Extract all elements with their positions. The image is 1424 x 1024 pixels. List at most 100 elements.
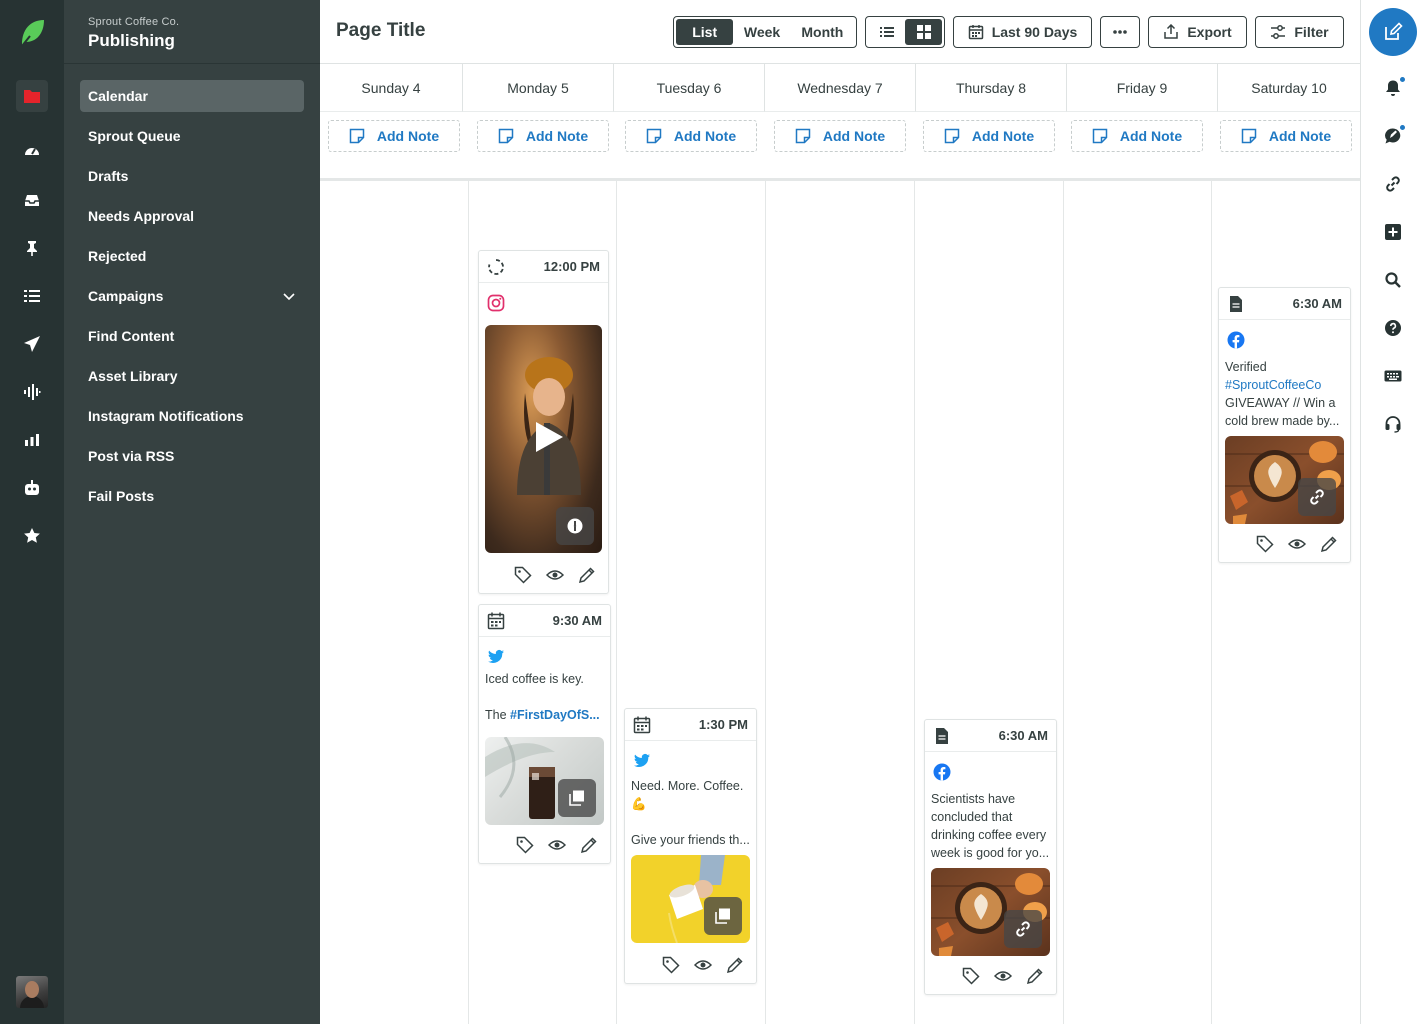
- add-note-friday[interactable]: Add Note: [1071, 120, 1203, 152]
- hashtag-link[interactable]: #FirstDayOfS...: [510, 708, 600, 722]
- dashboard-nav-icon[interactable]: [16, 135, 48, 167]
- tag-icon[interactable]: [662, 956, 680, 974]
- sidebar-item-calendar[interactable]: Calendar: [80, 80, 304, 112]
- note-icon: [1241, 128, 1257, 144]
- inbox-nav-icon[interactable]: [16, 184, 48, 216]
- tab-month[interactable]: Month: [791, 19, 854, 45]
- list-layout-button[interactable]: [868, 19, 905, 45]
- support-button[interactable]: [1381, 412, 1405, 436]
- edit-pencil-icon[interactable]: [726, 956, 744, 974]
- column-divider: [616, 181, 617, 1024]
- section-title: Publishing: [88, 31, 175, 50]
- tag-icon[interactable]: [514, 566, 532, 584]
- tag-icon[interactable]: [516, 836, 534, 854]
- chevron-down-icon[interactable]: [282, 289, 296, 303]
- list-nav-icon[interactable]: [16, 280, 48, 312]
- help-button[interactable]: [1381, 316, 1405, 340]
- post-image-thumbnail[interactable]: [1225, 436, 1344, 524]
- notification-dot: [1399, 76, 1406, 83]
- link-icon: [1386, 176, 1400, 192]
- links-button[interactable]: [1381, 172, 1405, 196]
- pin-nav-icon[interactable]: [16, 232, 48, 264]
- sidebar-item-instagram-notifications[interactable]: Instagram Notifications: [80, 400, 304, 432]
- play-icon[interactable]: [533, 420, 565, 454]
- add-note-monday[interactable]: Add Note: [477, 120, 609, 152]
- sidebar-item-label: Post via RSS: [88, 448, 175, 464]
- preview-eye-icon[interactable]: [994, 967, 1012, 985]
- preview-eye-icon[interactable]: [1288, 535, 1306, 553]
- edit-pencil-icon[interactable]: [578, 566, 596, 584]
- export-button[interactable]: Export: [1148, 16, 1247, 48]
- sidebar-item-find-content[interactable]: Find Content: [80, 320, 304, 352]
- post-text-prefix: The: [485, 708, 511, 722]
- add-button[interactable]: [1381, 220, 1405, 244]
- listening-nav-icon[interactable]: [16, 376, 48, 408]
- bot-nav-icon[interactable]: [16, 472, 48, 504]
- add-note-tuesday[interactable]: Add Note: [625, 120, 757, 152]
- sidebar-item-asset-library[interactable]: Asset Library: [80, 360, 304, 392]
- reports-nav-icon[interactable]: [16, 424, 48, 456]
- sidebar-item-fail-posts[interactable]: Fail Posts: [80, 480, 304, 512]
- sidebar-item-rejected[interactable]: Rejected: [80, 240, 304, 272]
- grid-layout-button[interactable]: [905, 19, 942, 45]
- compose-button[interactable]: [1369, 8, 1417, 56]
- post-image-thumbnail[interactable]: [631, 855, 750, 943]
- tab-list[interactable]: List: [676, 19, 734, 45]
- keyboard-shortcuts-button[interactable]: [1381, 364, 1405, 388]
- post-emoji: 💪: [631, 797, 647, 811]
- tag-icon[interactable]: [1256, 535, 1274, 553]
- sidebar-item-sprout-queue[interactable]: Sprout Queue: [80, 120, 304, 152]
- send-nav-icon[interactable]: [16, 328, 48, 360]
- post-card-instagram[interactable]: 12:00 PM: [478, 250, 609, 594]
- preview-eye-icon[interactable]: [546, 566, 564, 584]
- post-time: 9:30 AM: [552, 613, 602, 628]
- add-note-sunday[interactable]: Add Note: [328, 120, 460, 152]
- post-card-twitter[interactable]: 9:30 AM Iced coffee is key. The #FirstDa…: [478, 604, 611, 864]
- more-options-button[interactable]: [1100, 16, 1140, 48]
- messages-button[interactable]: [1381, 124, 1406, 148]
- notifications-button[interactable]: [1381, 76, 1406, 100]
- post-card-header: 9:30 AM: [479, 605, 610, 637]
- post-card-header: 1:30 PM: [625, 709, 756, 741]
- date-range-label: Last 90 Days: [991, 24, 1078, 40]
- note-icon: [646, 128, 662, 144]
- preview-eye-icon[interactable]: [694, 956, 712, 974]
- post-card-twitter[interactable]: 1:30 PM Need. More. Coffee. 💪 Give your …: [624, 708, 757, 984]
- search-button[interactable]: [1381, 268, 1405, 292]
- gallery-badge: [704, 897, 742, 935]
- sidebar-item-needs-approval[interactable]: Needs Approval: [80, 200, 304, 232]
- user-avatar[interactable]: [16, 976, 48, 1008]
- preview-eye-icon[interactable]: [548, 836, 566, 854]
- filter-label: Filter: [1294, 24, 1329, 40]
- edit-pencil-icon[interactable]: [1320, 535, 1338, 553]
- date-range-button[interactable]: Last 90 Days: [953, 16, 1092, 48]
- add-note-wednesday[interactable]: Add Note: [774, 120, 906, 152]
- post-video-thumbnail[interactable]: [485, 325, 602, 553]
- post-image-thumbnail[interactable]: [931, 868, 1050, 956]
- sidebar-item-drafts[interactable]: Drafts: [80, 160, 304, 192]
- add-note-label: Add Note: [673, 128, 737, 144]
- tag-icon[interactable]: [962, 967, 980, 985]
- sidebar-item-post-via-rss[interactable]: Post via RSS: [80, 440, 304, 472]
- post-card-facebook[interactable]: 6:30 AM Scientists have concluded that d…: [924, 719, 1057, 995]
- edit-pencil-icon[interactable]: [580, 836, 598, 854]
- add-note-saturday[interactable]: Add Note: [1220, 120, 1352, 152]
- post-time: 12:00 PM: [543, 259, 600, 274]
- hashtag-link[interactable]: #SproutCoffeeCo: [1225, 376, 1344, 394]
- post-card-facebook[interactable]: 6:30 AM Verified #SproutCoffeeCo GIVEAWA…: [1218, 287, 1351, 563]
- post-card-header: 6:30 AM: [925, 720, 1056, 752]
- sidebar-item-campaigns[interactable]: Campaigns: [80, 280, 304, 312]
- twitter-icon: [488, 649, 504, 663]
- reviews-star-nav-icon[interactable]: [16, 520, 48, 552]
- add-note-thursday[interactable]: Add Note: [923, 120, 1055, 152]
- sprout-logo-icon[interactable]: [16, 16, 48, 48]
- tab-week[interactable]: Week: [733, 19, 790, 45]
- filter-button[interactable]: Filter: [1255, 16, 1344, 48]
- sidebar-brand: Sprout Coffee Co. Publishing: [64, 0, 320, 64]
- publishing-nav-icon[interactable]: [16, 80, 48, 112]
- sidebar-item-label: Fail Posts: [88, 488, 155, 504]
- message-dot: [1399, 124, 1406, 131]
- facebook-icon: [933, 763, 951, 781]
- edit-pencil-icon[interactable]: [1026, 967, 1044, 985]
- post-image-thumbnail[interactable]: [485, 737, 604, 825]
